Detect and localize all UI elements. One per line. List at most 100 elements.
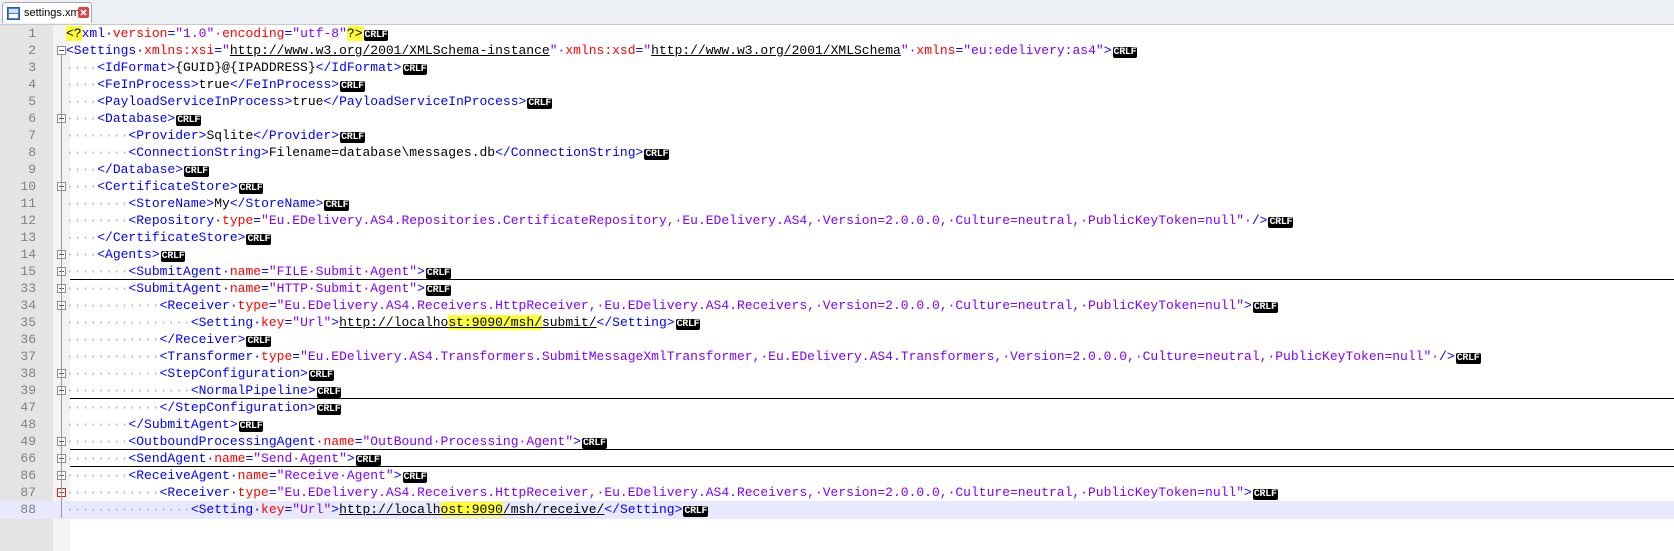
eol-marker: CRLF (1252, 302, 1278, 313)
code-line[interactable]: 8 ········<ConnectionString>Filename=data… (0, 144, 1674, 162)
indent-whitespace: ············ (66, 349, 160, 364)
url-link[interactable]: /msh/receive/ (503, 502, 604, 517)
code-line[interactable]: 86 ········<ReceiveAgent·name="Receive·Ag… (0, 467, 1674, 485)
indent-whitespace: ···· (66, 111, 98, 126)
code-line[interactable]: 5 ····<PayloadServiceInProcess>true</Payl… (0, 93, 1674, 111)
code-token: <Settings· (66, 43, 145, 58)
eol-marker: CRLF (1268, 217, 1294, 228)
code-token: xml· (81, 26, 113, 41)
code-line[interactable]: 4 ····<FeInProcess>true</FeInProcess> CRLF (0, 76, 1674, 94)
code-line[interactable]: 10 ····<CertificateStore> CRLF (0, 178, 1674, 196)
code-token: </IdFormat> (315, 60, 402, 75)
code-token: <PayloadServiceInProcess> (97, 94, 293, 109)
indent-whitespace: ········ (66, 468, 129, 483)
code-line[interactable]: 12 ········<Repository·type="Eu.EDelivery… (0, 212, 1674, 230)
code-token: > (573, 434, 581, 449)
line-number: 3 (28, 60, 36, 75)
eol-marker: CRLF (316, 387, 342, 398)
line-number: 36 (20, 332, 36, 347)
code-token: /> (1251, 213, 1268, 228)
code-line[interactable]: 9 ····</Database> CRLF (0, 161, 1674, 179)
code-token: "Url" (292, 315, 332, 330)
code-line[interactable]: 14 ····<Agents> CRLF (0, 246, 1674, 264)
url-link[interactable]: http://www.w3.org/2001/XMLSchema (651, 43, 901, 58)
editor[interactable]: 1 <?xml·version="1.0"·encoding="utf-8"?> C… (0, 25, 1674, 551)
code-line[interactable]: 7 ········<Provider>Sqlite</Provider> CRLF (0, 127, 1674, 145)
xml-file-icon (7, 7, 20, 20)
code-token: <ReceiveAgent· (128, 468, 238, 483)
code-token: <ConnectionString> (128, 145, 269, 160)
code-token: <SubmitAgent· (128, 264, 230, 279)
indent-whitespace: ········ (66, 128, 129, 143)
code-line[interactable]: 88 ················<Setting·key="Url">htt… (0, 501, 1674, 519)
code-token: <IdFormat> (97, 60, 176, 75)
code-line[interactable]: 2 <Settings·xmlns:xsi="http://www.w3.org/… (0, 42, 1674, 60)
code-token: key (261, 315, 285, 330)
tab-settings-xml[interactable]: settings.xml (2, 2, 92, 23)
code-token: > (331, 502, 340, 517)
code-line[interactable]: 34 ············<Receiver·type="Eu.EDelive… (0, 297, 1674, 315)
eol-marker: CRLF (581, 438, 607, 449)
url-link[interactable]: ost:9090 (440, 502, 503, 517)
code-token: Sqlite (206, 128, 254, 143)
code-line[interactable]: 87 ············<Receiver·type="Eu.EDelive… (0, 484, 1674, 502)
url-link[interactable]: http://localho (339, 315, 448, 330)
code-token: "Eu.EDelivery.AS4.Repositories.Certifica… (261, 213, 1252, 228)
code-token: xmlns (916, 43, 956, 58)
code-line[interactable]: 35 ················<Setting·key="Url">htt… (0, 314, 1674, 332)
eol-marker: CRLF (238, 183, 264, 194)
line-number: 88 (20, 502, 36, 517)
line-number: 1 (28, 26, 36, 41)
code-line[interactable]: 36 ············</Receiver> CRLF (0, 331, 1674, 349)
code-line[interactable]: 37 ············<Transformer·type="Eu.EDel… (0, 348, 1674, 366)
code-line[interactable]: 13 ····</CertificateStore> CRLF (0, 229, 1674, 247)
indent-whitespace: ········ (66, 434, 129, 449)
code-token: > (417, 264, 425, 279)
indent-whitespace: ········ (66, 281, 129, 296)
url-link[interactable]: http://localh (339, 502, 440, 517)
indent-whitespace: ········ (66, 196, 129, 211)
indent-whitespace: ············ (66, 485, 160, 500)
url-link[interactable]: http://www.w3.org/2001/XMLSchema-instanc… (230, 43, 550, 58)
code-token: "1.0"· (175, 26, 223, 41)
code-token: " (222, 43, 230, 58)
code-token: key (261, 502, 285, 517)
code-token: <NormalPipeline> (190, 383, 316, 398)
eol-marker: CRLF (425, 268, 451, 279)
code-token: type (261, 349, 293, 364)
code-token: ?> (346, 26, 363, 41)
eol-marker: CRLF (1252, 489, 1278, 500)
eol-marker: CRLF (308, 370, 334, 381)
code-line[interactable]: 47 ············</StepConfiguration> CRLF (0, 399, 1674, 417)
code-line[interactable]: 48 ········</SubmitAgent> CRLF (0, 416, 1674, 434)
line-number: 8 (28, 145, 36, 160)
indent-whitespace: ················ (66, 315, 191, 330)
code-token: > (1103, 43, 1112, 58)
code-token: <SendAgent· (128, 451, 215, 466)
code-line[interactable]: 11 ········<StoreName>My</StoreName> CRLF (0, 195, 1674, 213)
eol-marker: CRLF (402, 472, 428, 483)
code-token: = (214, 43, 223, 58)
url-link[interactable]: st:9090/msh/ (448, 315, 542, 330)
code-token: </Setting> (604, 502, 683, 517)
code-token: = (292, 349, 301, 364)
code-token: = (268, 298, 277, 313)
code-token: </Setting> (596, 315, 675, 330)
close-icon[interactable] (78, 7, 89, 18)
code-token: <Receiver· (159, 485, 238, 500)
code-token: version (112, 26, 168, 41)
code-line[interactable]: 1 <?xml·version="1.0"·encoding="utf-8"?> C… (0, 25, 1674, 43)
url-link[interactable]: submit/ (542, 315, 597, 330)
code-token: name (237, 468, 269, 483)
eol-marker: CRLF (176, 115, 202, 126)
code-line[interactable]: 33 ········<SubmitAgent·name="HTTP·Submit… (0, 280, 1674, 298)
line-number: 13 (20, 230, 36, 245)
code-line[interactable]: 3 ····<IdFormat>{GUID}@{IPADDRESS}</IdFor… (0, 59, 1674, 77)
code-line[interactable]: 6 ····<Database> CRLF (0, 110, 1674, 128)
code-line[interactable]: 38 ············<StepConfiguration> CRLF (0, 365, 1674, 383)
code-token: "Url" (292, 502, 332, 517)
code-token: xmlns:xsd (565, 43, 636, 58)
code-token: name (229, 281, 262, 296)
code-token: </ConnectionString> (495, 145, 644, 160)
code-token: "Eu.EDelivery.AS4.Receivers.HttpReceiver… (276, 298, 1245, 313)
